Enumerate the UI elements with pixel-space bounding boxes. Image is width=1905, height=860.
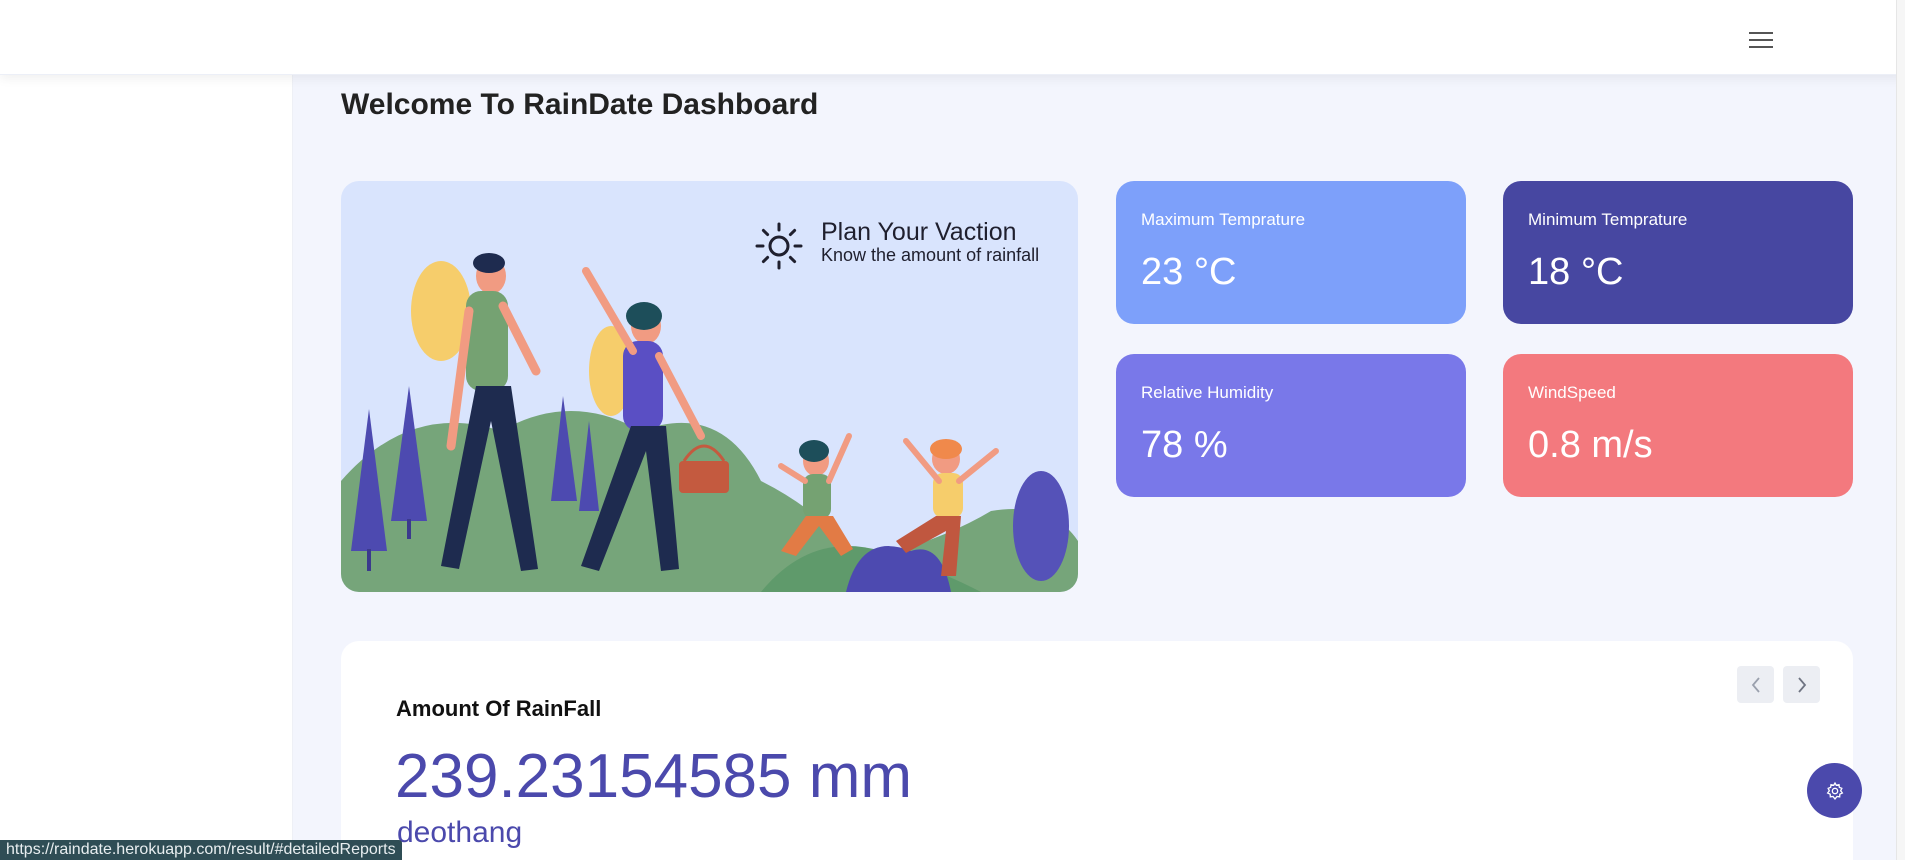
page-title: Welcome To RainDate Dashboard <box>341 88 819 121</box>
stat-label: Minimum Temprature <box>1528 210 1688 229</box>
hero-subtitle: Know the amount of rainfall <box>821 245 1040 265</box>
sidebar <box>0 75 293 860</box>
rainfall-amount: 239.23154585 mm <box>395 742 913 811</box>
stat-value: 18 °C <box>1528 251 1624 293</box>
hero-card: Plan Your Vaction Know the amount of rai… <box>341 181 1078 592</box>
stat-value: 23 °C <box>1141 251 1237 293</box>
min-temperature-card: Minimum Temprature 18 °C <box>1503 181 1853 324</box>
windspeed-card: WindSpeed 0.8 m/s <box>1503 354 1853 497</box>
rainfall-panel: Amount Of RainFall 239.23154585 mm deoth… <box>341 641 1853 860</box>
rainfall-title: Amount Of RainFall <box>396 696 602 721</box>
settings-button[interactable] <box>1807 763 1862 818</box>
stat-value: 0.8 m/s <box>1528 424 1653 466</box>
chevron-right-icon <box>1797 676 1806 693</box>
gear-icon <box>1826 781 1843 800</box>
carousel-prev-button[interactable] <box>1737 666 1774 703</box>
stat-label: WindSpeed <box>1528 383 1616 402</box>
menu-toggle-button[interactable] <box>1740 25 1782 55</box>
stat-label: Relative Humidity <box>1141 383 1274 402</box>
dashboard-page: Welcome To RainDate Dashboard Plan Your … <box>0 0 1905 860</box>
top-navbar <box>0 0 1905 75</box>
max-temperature-card: Maximum Temprature 23 °C <box>1116 181 1466 324</box>
page-scrollbar[interactable] <box>1896 0 1905 860</box>
status-bar-url: https://raindate.herokuapp.com/result/#d… <box>0 840 402 860</box>
carousel-next-button[interactable] <box>1783 666 1820 703</box>
humidity-card: Relative Humidity 78 % <box>1116 354 1466 497</box>
hero-title: Plan Your Vaction <box>821 218 1017 246</box>
stat-label: Maximum Temprature <box>1141 210 1306 229</box>
chevron-left-icon <box>1751 676 1760 693</box>
stat-value: 78 % <box>1141 424 1228 466</box>
rainfall-location: deothang <box>397 816 523 849</box>
sun-icon <box>755 222 803 270</box>
hamburger-menu-icon <box>1749 32 1773 48</box>
